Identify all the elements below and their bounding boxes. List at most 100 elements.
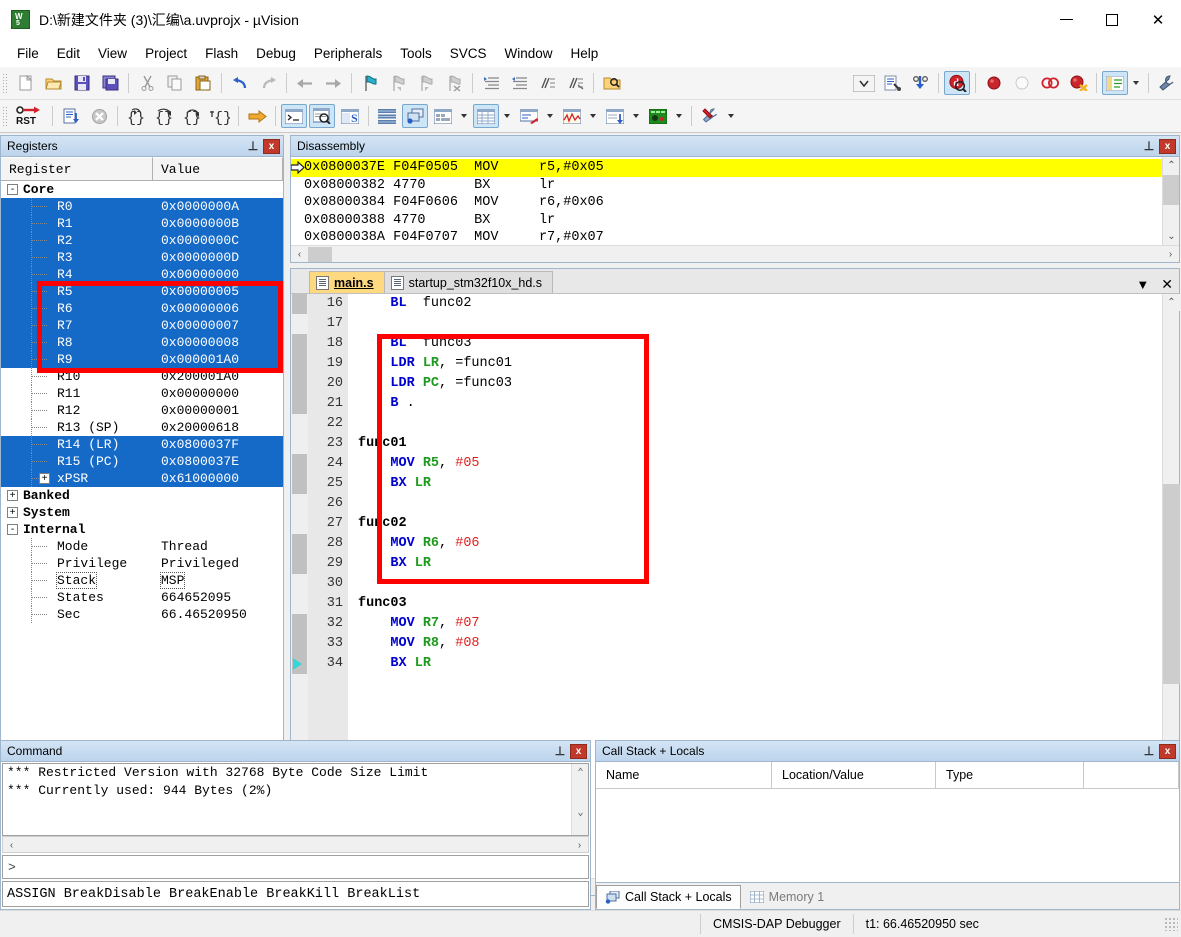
- callstack-column-name[interactable]: Name: [596, 762, 772, 788]
- scroll-right-icon[interactable]: ›: [1162, 246, 1179, 262]
- code-line[interactable]: BL func02: [358, 294, 1162, 314]
- run-to-cursor-icon[interactable]: {}: [207, 104, 233, 128]
- code-line[interactable]: BX LR: [358, 654, 1162, 674]
- register-row-mode[interactable]: ModeThread: [1, 538, 283, 555]
- code-line[interactable]: MOV R5, #05: [358, 454, 1162, 474]
- open-file-icon[interactable]: [41, 71, 67, 95]
- editor-tab-list-dropdown-icon[interactable]: ▼: [1136, 277, 1149, 292]
- toolbar-grip[interactable]: [2, 106, 9, 126]
- register-value[interactable]: 0x00000008: [161, 335, 239, 350]
- register-row-xpsr[interactable]: +xPSR0x61000000: [1, 470, 283, 487]
- bookmark-next-icon[interactable]: [413, 71, 439, 95]
- disable-all-breakpoints-icon[interactable]: [1037, 71, 1063, 95]
- register-row-internal[interactable]: -Internal: [1, 521, 283, 538]
- step-over-icon[interactable]: {}: [151, 104, 177, 128]
- memory-windows-icon[interactable]: [473, 104, 499, 128]
- toolbar-grip[interactable]: [2, 73, 9, 93]
- callstack-body[interactable]: Name Location/Value Type Call Stack + Lo…: [596, 762, 1179, 909]
- disassembly-pin-icon[interactable]: ⊥: [1141, 138, 1157, 154]
- show-next-statement-icon[interactable]: [244, 104, 270, 128]
- disassembly-row[interactable]: 0x08000384 F04F0606 MOV r6,#0x06: [291, 194, 1162, 212]
- callstack-pin-icon[interactable]: ⊥: [1141, 743, 1157, 759]
- navigate-back-icon[interactable]: [292, 71, 318, 95]
- collapse-icon[interactable]: -: [7, 524, 18, 535]
- register-row-r14-lr-[interactable]: R14 (LR)0x0800037F: [1, 436, 283, 453]
- disassembly-window-icon[interactable]: [309, 104, 335, 128]
- bookmark-clear-icon[interactable]: [441, 71, 467, 95]
- register-row-r8[interactable]: R80x00000008: [1, 334, 283, 351]
- disassembly-close-button[interactable]: x: [1159, 139, 1176, 154]
- register-value[interactable]: 0x00000000: [161, 267, 239, 282]
- code-line-marker[interactable]: [292, 354, 307, 374]
- register-row-privilege[interactable]: PrivilegePrivileged: [1, 555, 283, 572]
- command-output[interactable]: *** Restricted Version with 32768 Byte C…: [2, 763, 589, 836]
- redo-icon[interactable]: [255, 71, 281, 95]
- register-value[interactable]: 664652095: [161, 590, 231, 605]
- menu-svcs[interactable]: SVCS: [441, 42, 496, 65]
- command-pin-icon[interactable]: ⊥: [552, 743, 568, 759]
- register-value[interactable]: 0x0000000C: [161, 233, 239, 248]
- registers-close-button[interactable]: x: [263, 139, 280, 154]
- register-row-banked[interactable]: +Banked: [1, 487, 283, 504]
- code-line-marker[interactable]: [292, 334, 307, 354]
- editor-tab-close-icon[interactable]: ✕: [1161, 276, 1173, 293]
- registers-window-icon[interactable]: [374, 104, 400, 128]
- code-line-marker[interactable]: [292, 534, 307, 554]
- command-window-icon[interactable]: [281, 104, 307, 128]
- code-line-marker[interactable]: [292, 614, 307, 634]
- trace-windows-dropdown-arrow[interactable]: [629, 104, 642, 128]
- register-value[interactable]: 0x0800037E: [161, 454, 239, 469]
- cut-icon[interactable]: [134, 71, 160, 95]
- stop-icon[interactable]: [86, 104, 112, 128]
- code-line[interactable]: func02: [358, 514, 1162, 534]
- scroll-left-icon[interactable]: ‹: [291, 246, 308, 262]
- register-value[interactable]: MSP: [161, 573, 184, 588]
- indent-icon[interactable]: [478, 71, 504, 95]
- step-out-icon[interactable]: {}: [179, 104, 205, 128]
- menu-flash[interactable]: Flash: [196, 42, 247, 65]
- insert-breakpoint-icon[interactable]: [981, 71, 1007, 95]
- code-line[interactable]: LDR PC, =func03: [358, 374, 1162, 394]
- watch-windows-icon[interactable]: [430, 104, 456, 128]
- serial-windows-icon[interactable]: [516, 104, 542, 128]
- register-value[interactable]: 0x0000000B: [161, 216, 239, 231]
- registers-column-register[interactable]: Register: [1, 157, 153, 180]
- menu-tools[interactable]: Tools: [391, 42, 441, 65]
- command-close-button[interactable]: x: [570, 744, 587, 759]
- code-line[interactable]: [358, 314, 1162, 334]
- step-into-icon[interactable]: {}: [123, 104, 149, 128]
- toolbox-dropdown-arrow[interactable]: [724, 104, 737, 128]
- scroll-right-icon[interactable]: ›: [571, 837, 588, 854]
- register-value[interactable]: 0x61000000: [161, 471, 239, 486]
- callstack-close-button[interactable]: x: [1159, 744, 1176, 759]
- code-line-marker[interactable]: [292, 454, 307, 474]
- call-stack-window-icon[interactable]: [402, 104, 428, 128]
- callstack-column-type[interactable]: Type: [936, 762, 1084, 788]
- manage-components-icon[interactable]: [907, 71, 933, 95]
- expand-icon[interactable]: +: [7, 507, 18, 518]
- uncomment-icon[interactable]: [562, 71, 588, 95]
- maximize-button[interactable]: [1089, 0, 1135, 40]
- register-value[interactable]: 0x0800037F: [161, 437, 239, 452]
- register-value[interactable]: 66.46520950: [161, 607, 247, 622]
- code-line-marker[interactable]: [292, 294, 307, 314]
- register-row-r0[interactable]: R00x0000000A: [1, 198, 283, 215]
- register-value[interactable]: 0x00000006: [161, 301, 239, 316]
- save-icon[interactable]: [69, 71, 95, 95]
- close-button[interactable]: ✕: [1135, 0, 1181, 40]
- disassembly-row[interactable]: 0x0800037E F04F0505 MOV r5,#0x05: [291, 159, 1162, 177]
- code-line-marker[interactable]: [292, 474, 307, 494]
- code-line[interactable]: [358, 494, 1162, 514]
- menu-help[interactable]: Help: [562, 42, 608, 65]
- enable-breakpoint-icon[interactable]: [1009, 71, 1035, 95]
- reset-cpu-icon[interactable]: RST: [13, 104, 47, 128]
- register-row-r15-pc-[interactable]: R15 (PC)0x0800037E: [1, 453, 283, 470]
- scroll-down-icon[interactable]: ⌄: [572, 804, 589, 821]
- menu-debug[interactable]: Debug: [247, 42, 305, 65]
- code-line[interactable]: [358, 414, 1162, 434]
- save-all-icon[interactable]: [97, 71, 123, 95]
- memory-windows-dropdown-arrow[interactable]: [500, 104, 513, 128]
- register-row-system[interactable]: +System: [1, 504, 283, 521]
- code-line[interactable]: BX LR: [358, 554, 1162, 574]
- minimize-button[interactable]: [1043, 0, 1089, 40]
